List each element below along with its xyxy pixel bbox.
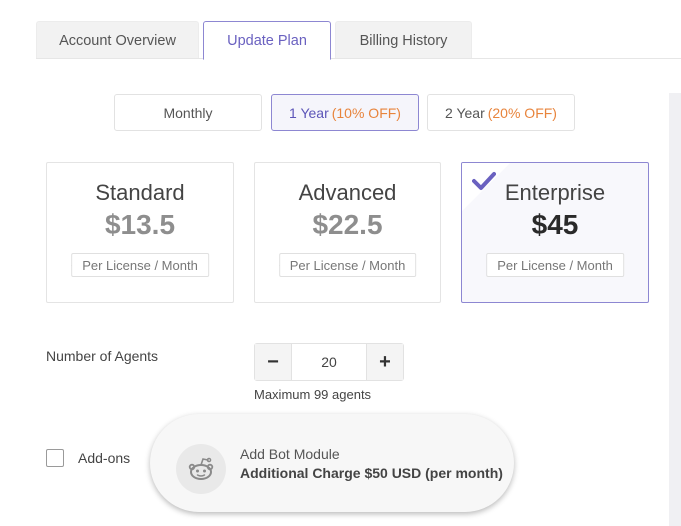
plan-unit-label: Per License / Month <box>486 253 624 277</box>
addons-checkbox[interactable] <box>46 449 64 467</box>
bot-module-title: Add Bot Module <box>240 446 340 462</box>
duration-1-year-button[interactable]: 1 Year (10% OFF) <box>271 94 419 131</box>
plan-card-standard[interactable]: Standard $13.5 Per License / Month <box>46 162 234 303</box>
tab-update-plan[interactable]: Update Plan <box>203 21 331 60</box>
plan-price: $22.5 <box>312 209 383 240</box>
plan-card-enterprise[interactable]: Enterprise $45 Per License / Month <box>461 162 649 303</box>
duration-label: Monthly <box>163 104 213 121</box>
plan-name: Standard <box>95 180 185 205</box>
reddit-bot-icon <box>188 457 214 480</box>
agents-label: Number of Agents <box>46 348 159 364</box>
duration-discount: (10% OFF) <box>331 104 401 121</box>
duration-2-year-button[interactable]: 2 Year (20% OFF) <box>427 94 575 131</box>
plan-unit-wrap: Per License / Month <box>462 253 648 277</box>
agents-stepper: − + <box>254 343 404 381</box>
duration-label: 2 Year <box>445 104 485 121</box>
duration-monthly-button[interactable]: Monthly <box>114 94 262 131</box>
bot-module-tooltip: Add Bot Module Additional Charge $50 USD… <box>150 414 514 512</box>
duration-discount: (20% OFF) <box>487 104 557 121</box>
tab-billing-history[interactable]: Billing History <box>335 21 472 59</box>
decrement-button[interactable]: − <box>255 344 292 380</box>
tab-account-overview[interactable]: Account Overview <box>36 21 199 59</box>
plan-card-advanced[interactable]: Advanced $22.5 Per License / Month <box>254 162 441 303</box>
agents-max-note: Maximum 99 agents <box>254 387 372 402</box>
agents-count-input[interactable] <box>292 344 366 380</box>
increment-button[interactable]: + <box>366 344 403 380</box>
plan-name: Enterprise <box>504 180 606 205</box>
plan-price: $45 <box>531 209 579 240</box>
plan-unit-wrap: Per License / Month <box>255 253 440 277</box>
duration-label: 1 Year <box>289 104 329 121</box>
tab-divider <box>36 58 681 59</box>
plan-name: Advanced <box>298 180 397 205</box>
plan-unit-label: Per License / Month <box>278 253 417 277</box>
bot-icon-circle <box>176 444 226 494</box>
plan-unit-label: Per License / Month <box>71 253 209 277</box>
plan-unit-wrap: Per License / Month <box>47 253 233 277</box>
scroll-track[interactable] <box>669 93 681 526</box>
bot-module-charge: Additional Charge $50 USD (per month) <box>240 465 503 481</box>
plan-price: $13.5 <box>104 209 176 240</box>
addons-label[interactable]: Add-ons <box>78 450 130 466</box>
tab-bar: Account Overview Update Plan Billing His… <box>36 21 681 60</box>
